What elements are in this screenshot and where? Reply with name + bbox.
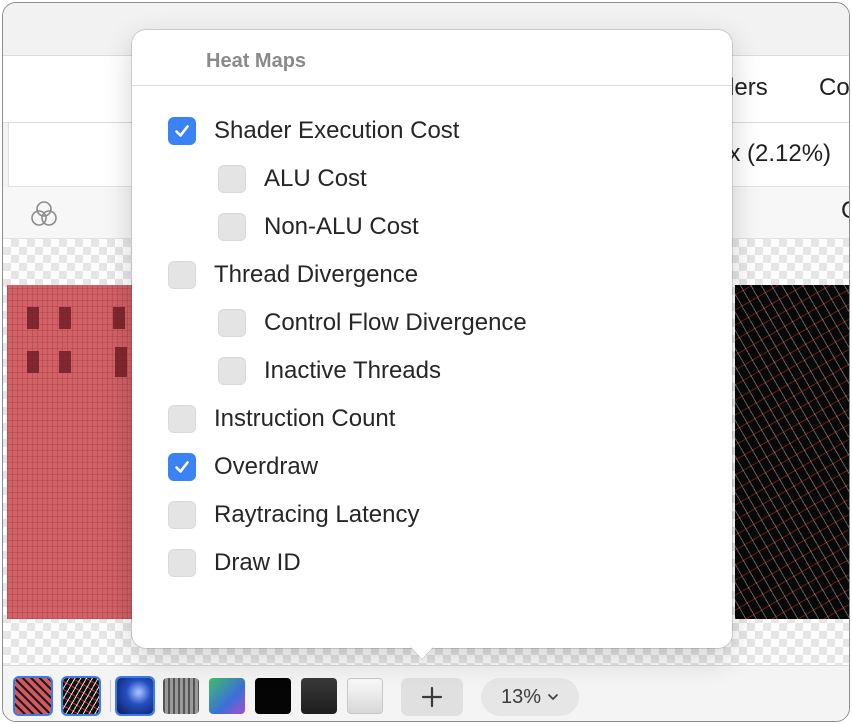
heatmap-preview-left [7, 285, 137, 619]
heatmap-option[interactable]: Raytracing Latency [168, 500, 419, 530]
option-label: Draw ID [214, 549, 301, 576]
heatmap-option[interactable]: ALU Cost [218, 164, 367, 194]
heatmap-option[interactable]: Draw ID [168, 548, 301, 578]
option-label: Non-ALU Cost [264, 213, 419, 240]
option-label: Thread Divergence [214, 261, 419, 288]
checkbox[interactable] [168, 405, 196, 433]
chevron-down-icon [548, 694, 558, 700]
heatmap-preview-right [735, 285, 849, 619]
heatmap-option[interactable]: Overdraw [168, 452, 318, 482]
popover-title: Heat Maps [206, 50, 307, 72]
checkbox[interactable] [168, 453, 196, 481]
thumbnail-attachment-2[interactable] [163, 678, 199, 714]
option-label: Overdraw [214, 453, 319, 480]
checkmark-icon [175, 125, 189, 137]
thumbnail-attachment-5[interactable] [301, 678, 337, 714]
checkbox[interactable] [218, 309, 246, 337]
option-label: Inactive Threads [264, 357, 441, 384]
heatmap-option[interactable]: Inactive Threads [218, 356, 441, 386]
thumbnail-attachment-6[interactable] [347, 678, 383, 714]
checkbox[interactable] [168, 261, 196, 289]
tab-co[interactable]: Co [819, 74, 849, 102]
heatmap-option[interactable]: Instruction Count [168, 404, 395, 434]
zoom-dropdown[interactable]: 13% [481, 678, 579, 716]
zoom-level: 13% [500, 685, 542, 708]
thumbnail-attachment-4[interactable] [255, 678, 291, 714]
checkbox[interactable] [168, 549, 196, 577]
plus-icon [421, 686, 443, 708]
info-percentage: ex (2.12%) [715, 140, 832, 167]
checkbox[interactable] [218, 165, 246, 193]
heatmap-option[interactable]: Non-ALU Cost [218, 212, 419, 242]
heatmap-option[interactable]: Shader Execution Cost [168, 116, 459, 146]
heat-maps-popover: Heat Maps Shader Execution Cost ALU Cost N… [132, 30, 732, 648]
thumbnail-attachment-1[interactable] [115, 676, 155, 716]
option-label: Shader Execution Cost [214, 117, 460, 144]
checkbox[interactable] [168, 501, 196, 529]
popover-divider [132, 85, 732, 86]
thumbnail-attachment-3[interactable] [209, 678, 245, 714]
heatmap-option[interactable]: Thread Divergence [168, 260, 418, 290]
overlapping-circles-icon[interactable] [29, 199, 59, 229]
heatmap-option[interactable]: Control Flow Divergence [218, 308, 527, 338]
option-label: ALU Cost [264, 165, 367, 192]
checkbox[interactable] [168, 117, 196, 145]
bottom-toolbar: 13% [3, 665, 849, 721]
popover-arrow [410, 646, 434, 659]
option-label: Control Flow Divergence [264, 309, 527, 336]
add-button[interactable] [401, 678, 463, 716]
thumbnail-shader-cost[interactable] [13, 676, 53, 716]
option-label: Instruction Count [214, 405, 396, 432]
checkbox[interactable] [218, 213, 246, 241]
thumbnail-overdraw[interactable] [61, 676, 101, 716]
checkmark-icon [175, 461, 189, 473]
option-label: Raytracing Latency [214, 501, 420, 528]
checkbox[interactable] [218, 357, 246, 385]
partial-label: C [841, 197, 849, 225]
